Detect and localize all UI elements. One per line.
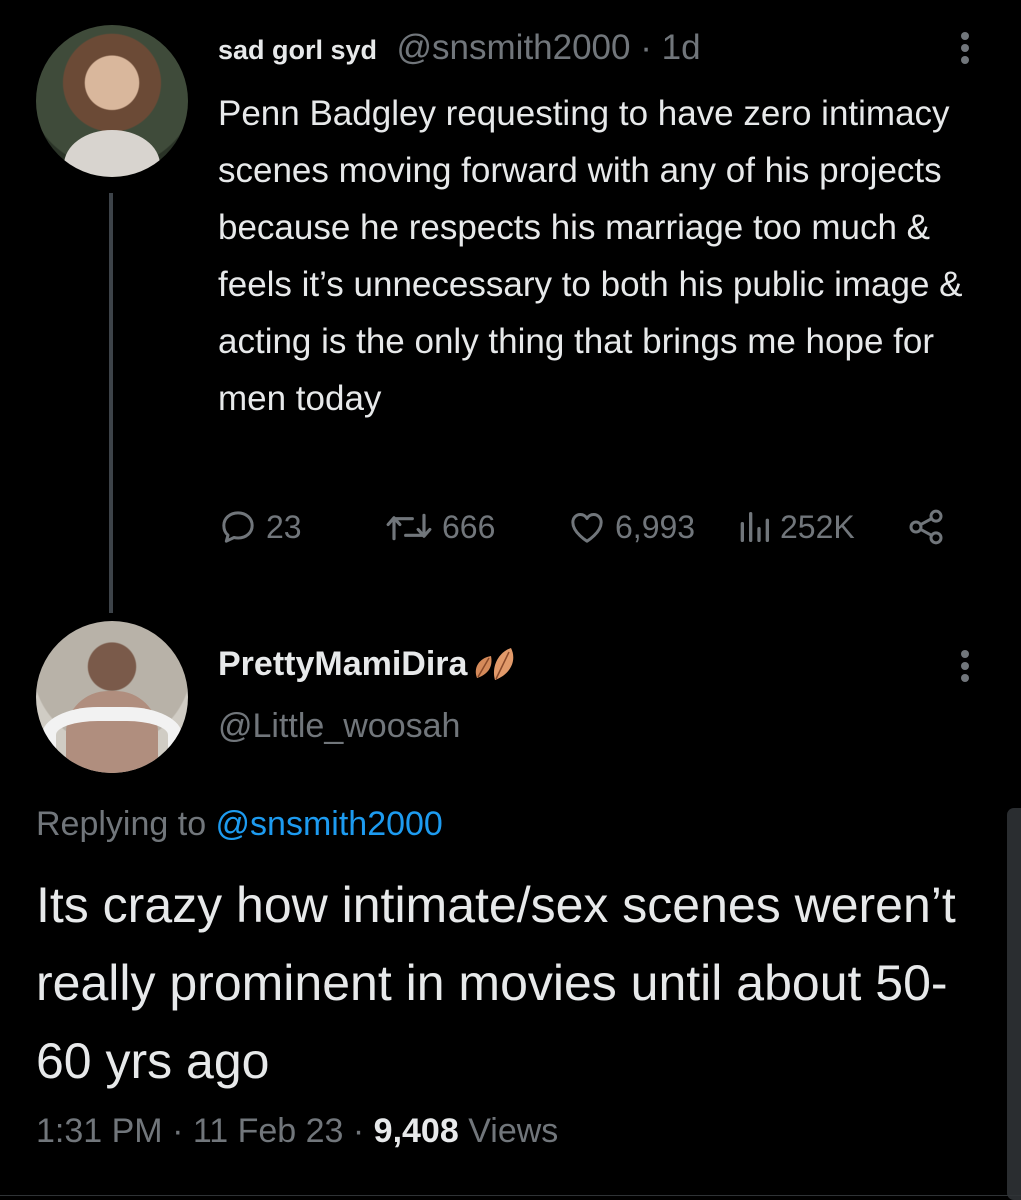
separator: ·	[162, 1112, 193, 1150]
divider	[0, 1195, 1021, 1196]
date[interactable]: 11 Feb 23	[193, 1112, 344, 1150]
display-name[interactable]: sad gorl syd	[218, 35, 377, 65]
reply-icon	[222, 511, 254, 543]
retweet-button[interactable]: 666	[384, 505, 495, 549]
leaves-emoji-icon	[476, 648, 514, 680]
retweet-icon	[386, 513, 432, 541]
replying-prefix: Replying to	[36, 805, 216, 843]
reply-button[interactable]: 23	[218, 505, 302, 549]
views-button[interactable]: 252K	[736, 505, 855, 549]
avatar[interactable]	[36, 621, 188, 773]
views-count: 9,408	[373, 1112, 459, 1150]
mention-link[interactable]: @snsmith2000	[216, 805, 443, 843]
separator: ·	[343, 1112, 374, 1150]
views-label: Views	[458, 1112, 559, 1150]
views-count: 252K	[780, 508, 855, 545]
timestamp[interactable]: 1:31 PM	[36, 1112, 163, 1150]
avatar-jacket	[42, 707, 182, 773]
like-count: 6,993	[615, 508, 696, 545]
avatar[interactable]	[36, 25, 188, 177]
retweet-count: 666	[442, 508, 496, 545]
display-name-text: PrettyMamiDira	[218, 644, 468, 683]
tweet-meta: 1:31 PM · 11 Feb 23 · 9,408 Views	[36, 1112, 558, 1151]
more-icon[interactable]	[955, 26, 977, 70]
scrollbar[interactable]	[1007, 808, 1021, 1200]
tweet-text: Its crazy how intimate/sex scenes weren’…	[36, 877, 956, 1089]
more-icon[interactable]	[955, 644, 977, 688]
display-name[interactable]: PrettyMamiDira	[218, 644, 527, 684]
timestamp[interactable]: 1d	[662, 28, 701, 67]
tweet1-header: sad gorl syd @snsmith2000 · 1d	[218, 26, 701, 72]
tweet-text: Penn Badgley requesting to have zero int…	[218, 94, 963, 418]
analytics-icon	[740, 511, 769, 542]
handle[interactable]: @snsmith2000	[387, 28, 631, 67]
handle[interactable]: @Little_woosah	[218, 707, 460, 746]
tweet-actions: 23 666 6,993 252K	[218, 505, 978, 549]
thread-line	[109, 193, 113, 613]
like-button[interactable]: 6,993	[567, 505, 695, 549]
separator: ·	[630, 28, 662, 67]
avatar-figure	[64, 130, 160, 177]
heart-icon	[571, 513, 603, 543]
share-button[interactable]	[906, 505, 946, 549]
replying-to: Replying to @snsmith2000	[36, 805, 443, 844]
share-icon	[909, 509, 943, 545]
reply-count: 23	[266, 508, 302, 545]
